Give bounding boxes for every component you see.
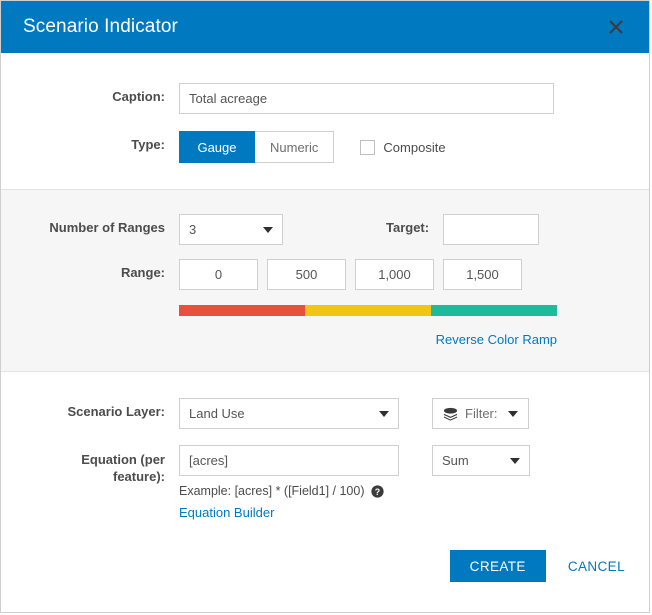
layers-icon — [443, 407, 458, 421]
equation-input[interactable] — [179, 445, 399, 476]
number-of-ranges-row: Number of Ranges 3 Target: — [1, 214, 649, 245]
equation-label-line1: Equation (per — [81, 452, 165, 467]
composite-checkbox-wrap[interactable]: Composite — [360, 131, 446, 163]
equation-builder-link[interactable]: Equation Builder — [179, 505, 274, 520]
caption-row: Caption: — [1, 83, 649, 114]
type-option-gauge[interactable]: Gauge — [179, 131, 255, 163]
equation-row: Equation (per feature): Example: [acres]… — [1, 445, 649, 522]
type-option-numeric[interactable]: Numeric — [255, 131, 335, 163]
range-input-2[interactable] — [355, 259, 434, 290]
help-circle-icon[interactable]: ? — [370, 484, 384, 498]
composite-checkbox[interactable] — [360, 139, 376, 155]
type-row: Type: Gauge Numeric Composite — [1, 131, 649, 163]
close-icon — [609, 20, 623, 34]
color-ramp-segment-low — [179, 305, 305, 316]
data-source-section: Scenario Layer: Land Use Filter: Equatio… — [1, 372, 649, 522]
composite-label: Composite — [383, 139, 446, 155]
type-toggle-group: Gauge Numeric — [179, 131, 335, 163]
equation-label: Equation (per feature): — [1, 445, 179, 485]
number-of-ranges-select[interactable]: 3 — [179, 214, 283, 245]
aggregation-value: Sum — [442, 453, 469, 468]
dialog-title: Scenario Indicator — [23, 16, 178, 37]
basic-settings-section: Caption: Type: Gauge Numeric Composite — [1, 53, 649, 189]
equation-fields: Example: [acres] * ([Field1] / 100) ? Eq… — [179, 445, 399, 522]
equation-example-line: Example: [acres] * ([Field1] / 100) ? — [179, 484, 399, 498]
ranges-section: Number of Ranges 3 Target: Range: 0 500 … — [1, 189, 649, 372]
dialog-body: Caption: Type: Gauge Numeric Composite N… — [1, 53, 649, 612]
caption-input[interactable] — [179, 83, 554, 114]
caption-label: Caption: — [112, 89, 165, 104]
chevron-down-icon — [510, 457, 520, 464]
range-input-0[interactable] — [179, 259, 258, 290]
number-of-ranges-label: Number of Ranges — [49, 220, 165, 235]
equation-builder-wrap: Equation Builder — [179, 504, 399, 522]
target-input[interactable] — [443, 214, 540, 245]
type-label: Type: — [131, 137, 165, 152]
range-label: Range: — [120, 265, 165, 280]
svg-text:?: ? — [374, 486, 379, 496]
aggregation-select[interactable]: Sum — [432, 445, 530, 476]
target-label: Target: — [386, 220, 430, 235]
color-ramp-segment-high — [431, 305, 557, 316]
scenario-indicator-dialog: Scenario Indicator Caption: Type: Gauge … — [0, 0, 650, 613]
color-ramp[interactable] — [179, 305, 557, 316]
range-input-3[interactable] — [443, 259, 522, 290]
number-of-ranges-value: 3 — [189, 222, 197, 237]
color-ramp-row: Reverse Color Ramp — [1, 290, 649, 349]
close-button[interactable] — [601, 12, 631, 42]
create-button[interactable]: CREATE — [449, 550, 546, 582]
scenario-layer-value: Land Use — [189, 406, 245, 421]
color-ramp-segment-mid — [305, 305, 431, 316]
dialog-header: Scenario Indicator — [1, 1, 649, 53]
reverse-color-ramp-wrap: Reverse Color Ramp — [179, 331, 557, 349]
scenario-layer-row: Scenario Layer: Land Use Filter: — [1, 398, 649, 429]
equation-label-line2: feature): — [112, 469, 165, 484]
chevron-down-icon — [379, 410, 389, 417]
chevron-down-icon — [263, 226, 273, 233]
scenario-layer-label: Scenario Layer: — [67, 404, 165, 419]
equation-example-text: Example: [acres] * ([Field1] / 100) — [179, 484, 365, 498]
reverse-color-ramp-link[interactable]: Reverse Color Ramp — [436, 332, 557, 347]
range-values-row: Range: — [1, 259, 649, 290]
range-input-1[interactable] — [267, 259, 346, 290]
color-ramp-spacer — [1, 290, 179, 296]
filter-label: Filter: — [465, 406, 498, 421]
chevron-down-icon — [507, 410, 518, 417]
dialog-footer: CREATE CANCEL — [1, 550, 649, 612]
cancel-button[interactable]: CANCEL — [568, 559, 625, 574]
scenario-layer-select[interactable]: Land Use — [179, 398, 399, 429]
filter-button[interactable]: Filter: — [432, 398, 529, 429]
